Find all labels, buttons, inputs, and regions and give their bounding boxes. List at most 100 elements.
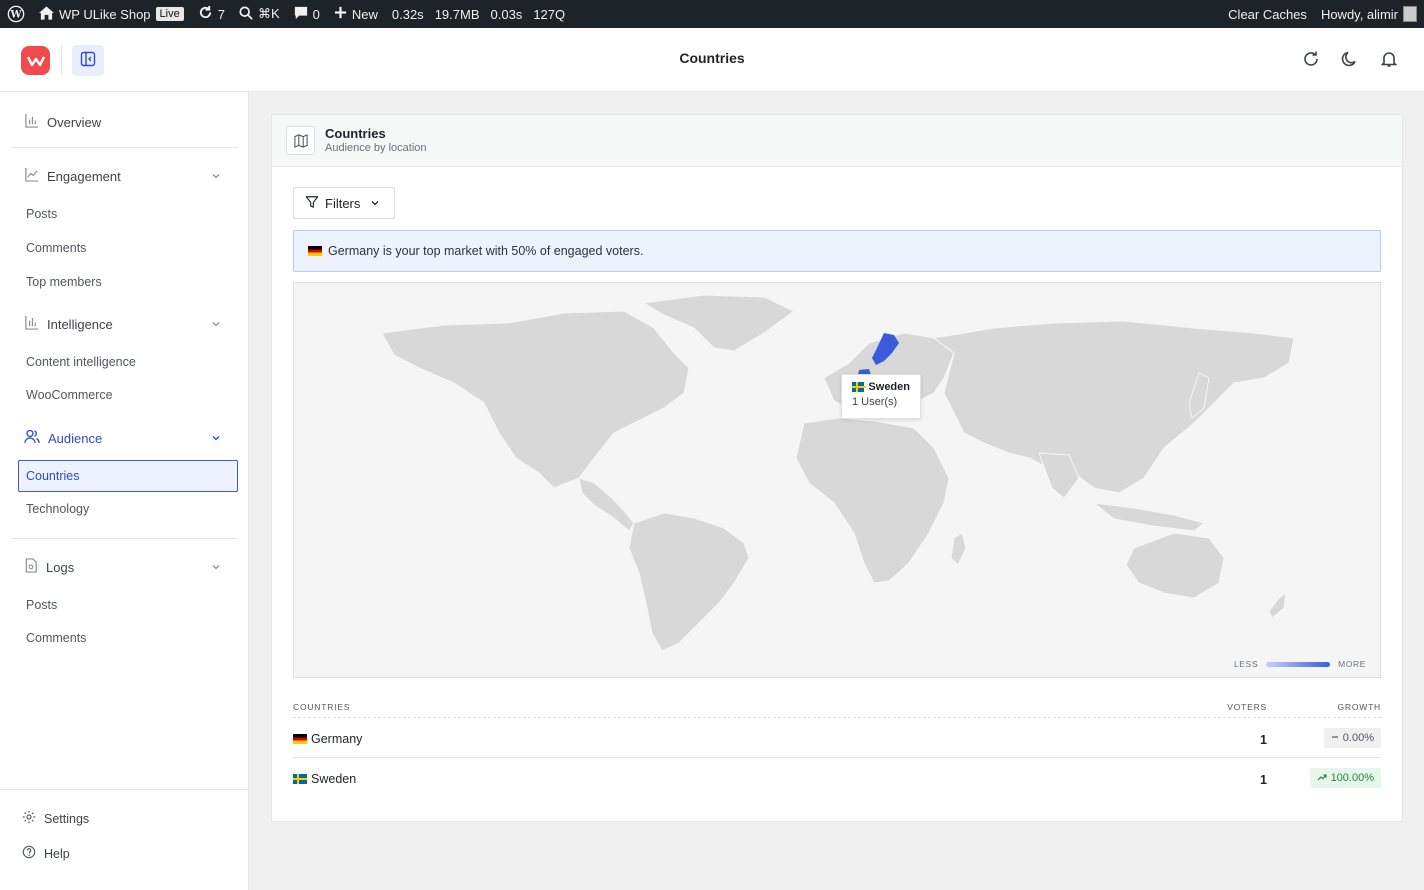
chevron-down-icon [370, 196, 380, 211]
sidebar-item-woocommerce[interactable]: WooCommerce [26, 388, 113, 402]
table-row[interactable]: Germany 1 0.00% [293, 718, 1381, 758]
map-indonesia [1092, 502, 1206, 532]
sidebar-item-countries[interactable]: Countries [18, 460, 238, 492]
bell-icon[interactable] [1379, 49, 1399, 69]
filters-button[interactable]: Filters [293, 187, 395, 219]
sidebar-item-posts[interactable]: Posts [26, 207, 57, 221]
sidebar-group-label: Engagement [47, 168, 121, 184]
sidebar-item-label: Overview [47, 114, 102, 130]
sidebar-group-label: Logs [46, 559, 75, 575]
legend-less: LESS [1233, 659, 1259, 669]
clear-caches-link[interactable]: Clear Caches [1221, 0, 1314, 28]
sidebar-group-intelligence[interactable]: Intelligence [24, 315, 220, 333]
search-icon [239, 5, 253, 23]
sidebar-item-content-intelligence[interactable]: Content intelligence [26, 355, 136, 369]
minus-icon [1331, 732, 1339, 744]
live-badge: Live [155, 7, 184, 21]
map-africa [795, 417, 950, 584]
sidebar-item-technology[interactable]: Technology [26, 502, 89, 516]
voters-count: 1 [1260, 773, 1267, 787]
sidebar-item-comments[interactable]: Comments [26, 241, 86, 255]
map-tooltip: Sweden 1 User(s) [841, 374, 921, 419]
map-greenland [642, 294, 795, 352]
dark-mode-icon[interactable] [1340, 49, 1360, 69]
map-north-america [381, 310, 690, 489]
filters-label: Filters [325, 195, 361, 211]
search-link[interactable]: ⌘K [232, 0, 287, 28]
nav-divider [11, 538, 238, 539]
query-monitor[interactable]: 0.32s 19.7MB 0.03s 127Q [385, 0, 578, 28]
insight-text: Germany is your top market with 50% of e… [328, 244, 644, 258]
new-content-link[interactable]: New [327, 0, 385, 28]
card-subtitle: Audience by location [325, 142, 427, 154]
col-voters[interactable]: VOTERS [1227, 702, 1267, 712]
chevron-down-icon [211, 169, 221, 184]
chevron-down-icon [211, 560, 221, 575]
sweden-flag-icon [293, 774, 307, 784]
map-new-zealand [1268, 591, 1287, 619]
map-icon [286, 126, 315, 155]
sidebar-footer-divider [0, 789, 248, 790]
sidebar-group-label: Audience [48, 430, 103, 446]
updates-link[interactable]: 7 [191, 0, 232, 28]
wp-admin-bar: W WP ULike Shop Live 7 ⌘K 0 New 0.32s 19… [0, 0, 1424, 28]
bar-chart-icon [24, 315, 39, 333]
voters-count: 1 [1260, 733, 1267, 747]
svg-text:W: W [9, 10, 22, 21]
avatar [1403, 6, 1417, 22]
filter-icon [305, 195, 319, 212]
col-growth[interactable]: GROWTH [1337, 702, 1381, 712]
growth-value: 0.00% [1342, 732, 1374, 744]
sidebar-item-help[interactable]: Help [22, 845, 70, 862]
wordpress-logo-icon[interactable]: W [0, 0, 32, 28]
map-australia [1125, 532, 1225, 599]
sidebar-item-overview[interactable]: Overview [24, 113, 101, 131]
sidebar-item-log-posts[interactable]: Posts [26, 598, 57, 612]
perf-queries: 127Q [533, 6, 566, 22]
map-madagascar [950, 532, 967, 566]
sidebar-item-top-members[interactable]: Top members [26, 275, 102, 289]
updates-count: 7 [217, 6, 225, 22]
country-name: Germany [311, 732, 363, 746]
comments-link[interactable]: 0 [287, 0, 327, 28]
perf-db-time: 0.03s [490, 6, 523, 22]
help-icon [22, 845, 36, 862]
world-map[interactable]: Sweden 1 User(s) LESS MORE [293, 282, 1381, 678]
app-header: Countries [0, 28, 1424, 92]
sidebar-item-label: Help [44, 846, 70, 861]
refresh-icon [198, 5, 213, 23]
tooltip-value: 1 User(s) [852, 396, 898, 408]
account-menu[interactable]: Howdy, alimir [1314, 0, 1424, 28]
col-countries[interactable]: COUNTRIES [293, 702, 350, 712]
table-row[interactable]: Sweden 1 100.00% [293, 758, 1381, 798]
users-icon [24, 429, 40, 447]
sidebar-item-settings[interactable]: Settings [22, 810, 89, 827]
new-label: New [351, 6, 378, 22]
line-chart-icon [24, 167, 39, 185]
site-name-link[interactable]: WP ULike Shop Live [32, 0, 191, 28]
growth-badge: 100.00% [1309, 768, 1381, 788]
plus-icon [334, 6, 347, 22]
refresh-icon[interactable] [1301, 49, 1321, 69]
sidebar-group-logs[interactable]: Logs [24, 558, 220, 576]
card-title: Countries [325, 126, 386, 141]
sidebar: Overview Engagement Posts Comments Top m… [0, 92, 249, 890]
map-south-america [628, 512, 750, 652]
sidebar-group-audience[interactable]: Audience [24, 429, 220, 447]
sidebar-item-label: Settings [44, 811, 90, 826]
map-central-america [578, 477, 635, 532]
chevron-down-icon [211, 317, 221, 332]
chevron-down-icon [211, 431, 221, 446]
document-icon [24, 558, 38, 576]
gear-icon [22, 810, 36, 827]
countries-card: Countries Audience by location Filters G… [271, 114, 1403, 822]
sidebar-item-log-comments[interactable]: Comments [26, 631, 86, 645]
bar-chart-icon [24, 113, 39, 131]
trending-up-icon [1317, 772, 1327, 784]
sidebar-group-engagement[interactable]: Engagement [24, 167, 220, 185]
legend-gradient [1266, 661, 1331, 667]
tooltip-country: Sweden [868, 381, 910, 393]
map-asia [932, 320, 1295, 494]
insight-banner: Germany is your top market with 50% of e… [293, 230, 1381, 272]
home-icon [39, 5, 54, 23]
